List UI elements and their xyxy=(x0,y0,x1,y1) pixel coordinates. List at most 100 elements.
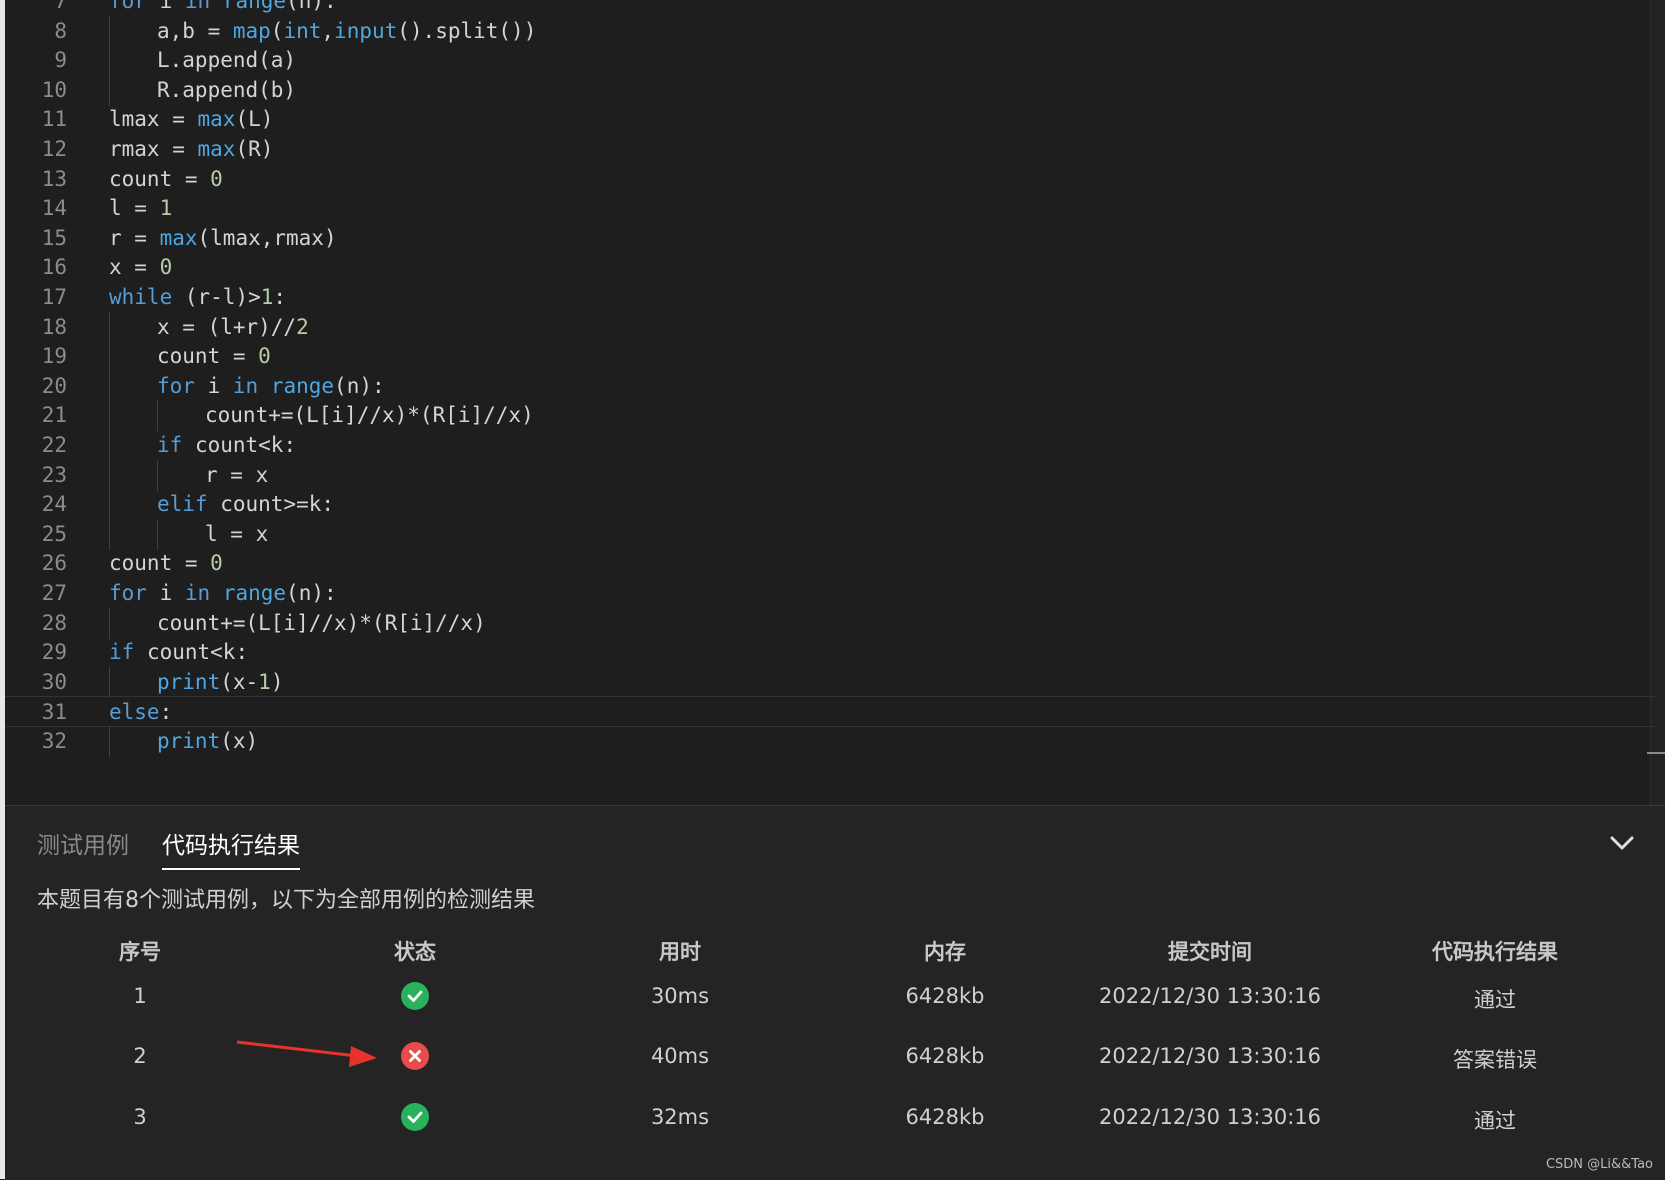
row-time: 32ms xyxy=(650,1105,710,1129)
indent-guide xyxy=(109,45,110,77)
line-number: 13 xyxy=(41,166,67,191)
code-line[interactable]: 26 count = 0 xyxy=(5,548,1655,579)
code-line[interactable]: 15 r = max(lmax,rmax) xyxy=(5,223,1655,254)
indent-guide xyxy=(109,15,110,47)
code-text: R.append(b) xyxy=(157,77,297,102)
results-summary: 本题目有8个测试用例，以下为全部用例的检测结果 xyxy=(37,888,535,913)
line-number: 26 xyxy=(41,551,67,576)
column-header-id: 序号 xyxy=(119,940,161,964)
indent-guide xyxy=(109,341,110,373)
indent-guide xyxy=(109,400,110,432)
row-time: 30ms xyxy=(650,984,710,1008)
code-line[interactable]: 20 for i in range(n): xyxy=(5,370,1655,402)
indent-guide xyxy=(109,459,110,491)
row-time: 40ms xyxy=(650,1044,710,1068)
code-text: else: xyxy=(109,700,173,725)
code-text: L.append(a) xyxy=(157,48,297,73)
row-result: 答案错误 xyxy=(1453,1048,1537,1072)
code-line[interactable]: 7 for i in range(n): xyxy=(5,0,1655,17)
line-number: 23 xyxy=(41,462,67,487)
code-line[interactable]: 18 x = (l+r)//2 xyxy=(5,311,1655,343)
line-number: 21 xyxy=(41,403,67,428)
code-line[interactable]: 16 x = 0 xyxy=(5,252,1655,283)
line-number: 15 xyxy=(41,225,67,250)
code-line[interactable]: 13 count = 0 xyxy=(5,164,1655,195)
line-number: 7 xyxy=(54,0,67,13)
line-number: 17 xyxy=(41,285,67,309)
code-line[interactable]: 28 count+=(L[i]//x)*(R[i]//x) xyxy=(5,607,1655,639)
scroll-position-marker xyxy=(1647,752,1665,754)
line-number: 19 xyxy=(41,344,67,369)
indent-guide xyxy=(157,400,158,432)
code-line[interactable]: 27 for i in range(n): xyxy=(5,578,1655,609)
code-line[interactable]: 22 if count<k: xyxy=(5,430,1655,461)
code-line[interactable]: 14 l = 1 xyxy=(5,193,1655,224)
column-header-submit-time: 提交时间 xyxy=(1168,940,1252,964)
row-memory: 6428kb xyxy=(905,984,985,1008)
code-text: r = max(lmax,rmax) xyxy=(109,225,337,250)
row-memory: 6428kb xyxy=(905,1105,985,1129)
code-text: l = 1 xyxy=(109,196,173,221)
code-text: for i in range(n): xyxy=(109,581,337,605)
code-text: l = x xyxy=(205,521,269,546)
indent-guide xyxy=(109,666,110,698)
code-text: a,b = map(int,input().split()) xyxy=(157,18,537,43)
code-line[interactable]: 17 while (r-l)>1: xyxy=(5,282,1655,313)
indent-guide xyxy=(157,459,158,491)
row-status xyxy=(340,1103,490,1131)
code-line[interactable]: 9 L.append(a) xyxy=(5,45,1655,77)
code-text: count+=(L[i]//x)*(R[i]//x) xyxy=(205,403,534,428)
code-text: print(x) xyxy=(157,729,259,753)
code-line[interactable]: 30 print(x-1) xyxy=(5,666,1655,698)
code-text: r = x xyxy=(205,462,269,487)
code-text: elif count>=k: xyxy=(157,492,335,517)
code-text: count+=(L[i]//x)*(R[i]//x) xyxy=(157,610,486,635)
code-line[interactable]: 29 if count<k: xyxy=(5,637,1655,668)
row-id: 3 xyxy=(133,1105,147,1129)
line-number: 27 xyxy=(41,581,67,605)
indent-guide xyxy=(109,74,110,106)
line-number: 11 xyxy=(41,107,67,132)
code-line[interactable]: 24 elif count>=k: xyxy=(5,489,1655,521)
code-text: while (r-l)>1: xyxy=(109,285,287,309)
code-line[interactable]: 11 lmax = max(L) xyxy=(5,104,1655,135)
check-circle-icon xyxy=(401,1103,429,1131)
row-submit-time: 2022/12/30 13:30:16 xyxy=(1098,984,1322,1008)
indent-guide xyxy=(109,726,110,757)
code-line[interactable]: 8 a,b = map(int,input().split()) xyxy=(5,15,1655,47)
code-line[interactable]: 10 R.append(b) xyxy=(5,74,1655,106)
line-number: 28 xyxy=(41,610,67,635)
indent-guide xyxy=(109,607,110,639)
line-number: 10 xyxy=(41,77,67,102)
line-number: 9 xyxy=(54,48,67,73)
code-editor[interactable]: 7 for i in range(n): 8 a,b = map(int,input(… xyxy=(0,0,1665,805)
code-line[interactable]: 23 r = x xyxy=(5,459,1655,491)
column-header-status: 状态 xyxy=(394,940,436,964)
column-header-result: 代码执行结果 xyxy=(1432,940,1558,964)
code-line[interactable]: 31 else: xyxy=(5,696,1655,728)
tab-execution-results[interactable]: 代码执行结果 xyxy=(162,824,300,870)
chevron-down-icon[interactable] xyxy=(1607,828,1637,858)
code-line[interactable]: 32 print(x) xyxy=(5,726,1655,757)
row-status xyxy=(340,982,490,1010)
code-line[interactable]: 12 rmax = max(R) xyxy=(5,134,1655,165)
check-circle-icon xyxy=(401,982,429,1010)
code-text: if count<k: xyxy=(109,640,249,665)
row-submit-time: 2022/12/30 13:30:16 xyxy=(1098,1044,1322,1068)
line-number: 24 xyxy=(41,492,67,517)
code-text: rmax = max(R) xyxy=(109,137,274,161)
line-number: 20 xyxy=(41,373,67,398)
code-line[interactable]: 21 count+=(L[i]//x)*(R[i]//x) xyxy=(5,400,1655,432)
row-id: 2 xyxy=(133,1044,147,1068)
code-text: lmax = max(L) xyxy=(109,107,274,132)
line-number: 18 xyxy=(41,314,67,339)
tab-test-cases[interactable]: 测试用例 xyxy=(37,824,129,868)
code-line[interactable]: 19 count = 0 xyxy=(5,341,1655,373)
code-text: if count<k: xyxy=(157,433,297,457)
line-number: 25 xyxy=(41,521,67,546)
code-line[interactable]: 25 l = x xyxy=(5,518,1655,550)
code-text: count = 0 xyxy=(109,166,223,191)
result-panel: 测试用例 代码执行结果 本题目有8个测试用例，以下为全部用例的检测结果 序号 状… xyxy=(5,805,1665,1180)
code-text: count = 0 xyxy=(109,551,223,576)
code-text: for i in range(n): xyxy=(109,0,337,13)
